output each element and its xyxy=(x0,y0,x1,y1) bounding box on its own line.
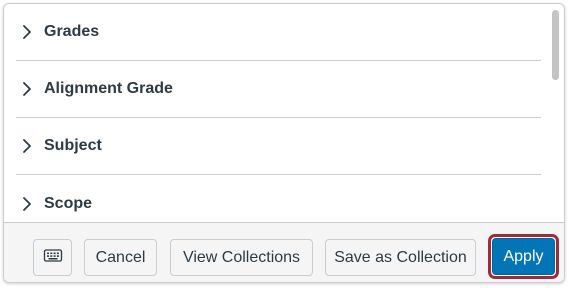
chevron-right-icon xyxy=(18,195,36,213)
chevron-right-icon xyxy=(18,137,36,155)
scrollbar-thumb[interactable] xyxy=(552,10,559,80)
cancel-button[interactable]: Cancel xyxy=(84,239,157,276)
view-collections-button[interactable]: View Collections xyxy=(170,239,313,276)
filter-item-grades[interactable]: Grades xyxy=(16,4,541,61)
keyboard-shortcuts-button[interactable] xyxy=(33,239,72,276)
keyboard-icon xyxy=(43,247,63,268)
filter-list: Grades Alignment Grade Subject Scope xyxy=(4,4,550,222)
filter-label: Alignment Grade xyxy=(44,80,173,97)
filter-panel: Grades Alignment Grade Subject Scope Can… xyxy=(3,3,565,283)
filter-label: Subject xyxy=(44,137,102,154)
apply-button[interactable]: Apply xyxy=(492,238,555,275)
chevron-right-icon xyxy=(18,80,36,98)
chevron-right-icon xyxy=(18,23,36,41)
filter-label: Grades xyxy=(44,23,100,40)
filter-label: Scope xyxy=(44,194,93,212)
filter-item-scope[interactable]: Scope xyxy=(16,175,541,222)
filter-item-alignment-grade[interactable]: Alignment Grade xyxy=(16,61,541,118)
save-as-collection-button[interactable]: Save as Collection xyxy=(325,239,476,276)
footer-toolbar: Cancel View Collections Save as Collecti… xyxy=(4,222,564,282)
filter-item-subject[interactable]: Subject xyxy=(16,118,541,175)
